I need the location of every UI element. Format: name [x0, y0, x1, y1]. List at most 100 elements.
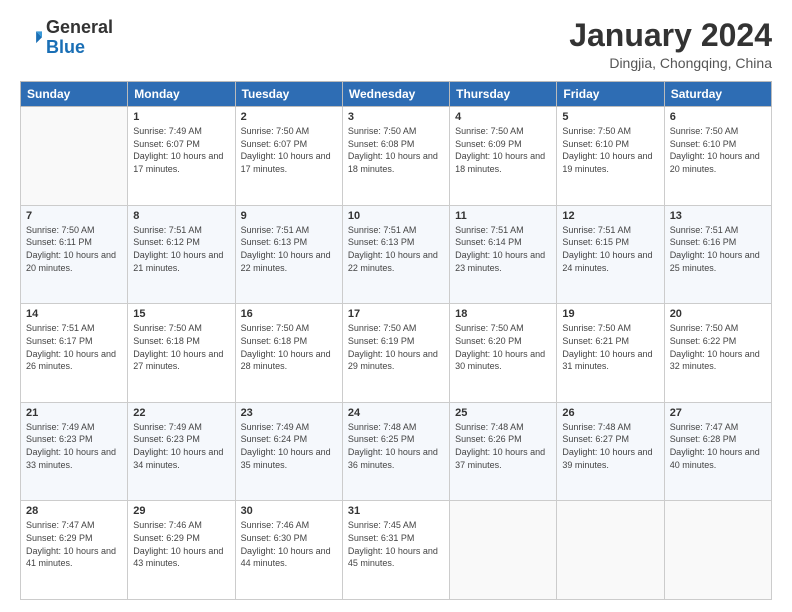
header: General Blue January 2024 Dingjia, Chong… — [20, 18, 772, 71]
day-info: Sunrise: 7:51 AMSunset: 6:16 PMDaylight:… — [670, 224, 766, 274]
day-number: 11 — [455, 210, 551, 222]
day-info: Sunrise: 7:51 AMSunset: 6:17 PMDaylight:… — [26, 322, 122, 372]
location: Dingjia, Chongqing, China — [569, 55, 772, 71]
day-info: Sunrise: 7:47 AMSunset: 6:28 PMDaylight:… — [670, 421, 766, 471]
day-info: Sunrise: 7:49 AMSunset: 6:07 PMDaylight:… — [133, 125, 229, 175]
day-info: Sunrise: 7:51 AMSunset: 6:13 PMDaylight:… — [348, 224, 444, 274]
day-number: 14 — [26, 308, 122, 320]
calendar-cell: 2Sunrise: 7:50 AMSunset: 6:07 PMDaylight… — [235, 107, 342, 206]
day-info: Sunrise: 7:50 AMSunset: 6:08 PMDaylight:… — [348, 125, 444, 175]
calendar-cell: 7 Sunrise: 7:50 AMSunset: 6:11 PMDaylight… — [21, 205, 128, 304]
calendar-week-1: 1 Sunrise: 7:49 AMSunset: 6:07 PMDaylight… — [21, 107, 772, 206]
day-info: Sunrise: 7:48 AMSunset: 6:26 PMDaylight:… — [455, 421, 551, 471]
day-number: 13 — [670, 210, 766, 222]
calendar-cell: 30Sunrise: 7:46 AMSunset: 6:30 PMDayligh… — [235, 501, 342, 600]
day-number: 21 — [26, 407, 122, 419]
day-number: 27 — [670, 407, 766, 419]
calendar-week-5: 28Sunrise: 7:47 AMSunset: 6:29 PMDayligh… — [21, 501, 772, 600]
calendar-cell: 9Sunrise: 7:51 AMSunset: 6:13 PMDaylight… — [235, 205, 342, 304]
calendar-cell: 27 Sunrise: 7:47 AMSunset: 6:28 PMDayligh… — [664, 402, 771, 501]
day-number: 20 — [670, 308, 766, 320]
calendar-cell: 24 Sunrise: 7:48 AMSunset: 6:25 PMDayligh… — [342, 402, 449, 501]
day-header-friday: Friday — [557, 82, 664, 107]
day-info: Sunrise: 7:50 AMSunset: 6:21 PMDaylight:… — [562, 322, 658, 372]
day-header-saturday: Saturday — [664, 82, 771, 107]
calendar-cell: 15 Sunrise: 7:50 AMSunset: 6:18 PMDayligh… — [128, 304, 235, 403]
calendar-cell: 11 Sunrise: 7:51 AMSunset: 6:14 PMDayligh… — [450, 205, 557, 304]
day-info: Sunrise: 7:50 AMSunset: 6:10 PMDaylight:… — [670, 125, 766, 175]
day-number: 5 — [562, 111, 658, 123]
logo-general-text: General — [46, 17, 113, 37]
calendar-cell: 25 Sunrise: 7:48 AMSunset: 6:26 PMDayligh… — [450, 402, 557, 501]
logo-text: General Blue — [46, 18, 113, 58]
day-header-tuesday: Tuesday — [235, 82, 342, 107]
day-number: 29 — [133, 505, 229, 517]
day-number: 24 — [348, 407, 444, 419]
calendar-cell — [21, 107, 128, 206]
day-info: Sunrise: 7:46 AMSunset: 6:30 PMDaylight:… — [241, 519, 337, 569]
calendar-week-2: 7 Sunrise: 7:50 AMSunset: 6:11 PMDaylight… — [21, 205, 772, 304]
calendar-cell: 28Sunrise: 7:47 AMSunset: 6:29 PMDayligh… — [21, 501, 128, 600]
calendar-table: SundayMondayTuesdayWednesdayThursdayFrid… — [20, 81, 772, 600]
day-number: 3 — [348, 111, 444, 123]
day-number: 19 — [562, 308, 658, 320]
day-info: Sunrise: 7:47 AMSunset: 6:29 PMDaylight:… — [26, 519, 122, 569]
month-title: January 2024 — [569, 18, 772, 53]
day-number: 22 — [133, 407, 229, 419]
day-number: 25 — [455, 407, 551, 419]
calendar-header-row: SundayMondayTuesdayWednesdayThursdayFrid… — [21, 82, 772, 107]
day-info: Sunrise: 7:50 AMSunset: 6:22 PMDaylight:… — [670, 322, 766, 372]
calendar-cell: 19 Sunrise: 7:50 AMSunset: 6:21 PMDayligh… — [557, 304, 664, 403]
day-number: 17 — [348, 308, 444, 320]
day-number: 8 — [133, 210, 229, 222]
day-info: Sunrise: 7:51 AMSunset: 6:15 PMDaylight:… — [562, 224, 658, 274]
calendar-cell: 20 Sunrise: 7:50 AMSunset: 6:22 PMDayligh… — [664, 304, 771, 403]
day-info: Sunrise: 7:48 AMSunset: 6:27 PMDaylight:… — [562, 421, 658, 471]
day-number: 16 — [241, 308, 337, 320]
day-number: 31 — [348, 505, 444, 517]
calendar-cell — [664, 501, 771, 600]
day-number: 15 — [133, 308, 229, 320]
day-info: Sunrise: 7:50 AMSunset: 6:11 PMDaylight:… — [26, 224, 122, 274]
calendar-week-3: 14 Sunrise: 7:51 AMSunset: 6:17 PMDayligh… — [21, 304, 772, 403]
calendar-cell: 23 Sunrise: 7:49 AMSunset: 6:24 PMDayligh… — [235, 402, 342, 501]
day-info: Sunrise: 7:51 AMSunset: 6:14 PMDaylight:… — [455, 224, 551, 274]
day-number: 6 — [670, 111, 766, 123]
logo-icon — [20, 27, 42, 49]
day-info: Sunrise: 7:51 AMSunset: 6:13 PMDaylight:… — [241, 224, 337, 274]
calendar-cell: 10 Sunrise: 7:51 AMSunset: 6:13 PMDayligh… — [342, 205, 449, 304]
day-info: Sunrise: 7:50 AMSunset: 6:18 PMDaylight:… — [133, 322, 229, 372]
calendar-cell: 12 Sunrise: 7:51 AMSunset: 6:15 PMDayligh… — [557, 205, 664, 304]
day-header-sunday: Sunday — [21, 82, 128, 107]
day-info: Sunrise: 7:49 AMSunset: 6:23 PMDaylight:… — [133, 421, 229, 471]
day-info: Sunrise: 7:50 AMSunset: 6:07 PMDaylight:… — [241, 125, 337, 175]
day-number: 7 — [26, 210, 122, 222]
day-info: Sunrise: 7:50 AMSunset: 6:18 PMDaylight:… — [241, 322, 337, 372]
day-number: 23 — [241, 407, 337, 419]
calendar-cell — [450, 501, 557, 600]
day-number: 10 — [348, 210, 444, 222]
calendar-cell: 31Sunrise: 7:45 AMSunset: 6:31 PMDayligh… — [342, 501, 449, 600]
calendar-cell: 8Sunrise: 7:51 AMSunset: 6:12 PMDaylight… — [128, 205, 235, 304]
calendar-cell: 16 Sunrise: 7:50 AMSunset: 6:18 PMDayligh… — [235, 304, 342, 403]
day-info: Sunrise: 7:50 AMSunset: 6:10 PMDaylight:… — [562, 125, 658, 175]
day-header-wednesday: Wednesday — [342, 82, 449, 107]
day-number: 18 — [455, 308, 551, 320]
day-number: 12 — [562, 210, 658, 222]
calendar-cell: 17Sunrise: 7:50 AMSunset: 6:19 PMDayligh… — [342, 304, 449, 403]
day-info: Sunrise: 7:49 AMSunset: 6:23 PMDaylight:… — [26, 421, 122, 471]
logo: General Blue — [20, 18, 113, 58]
day-number: 4 — [455, 111, 551, 123]
day-info: Sunrise: 7:46 AMSunset: 6:29 PMDaylight:… — [133, 519, 229, 569]
day-number: 1 — [133, 111, 229, 123]
calendar-cell: 13 Sunrise: 7:51 AMSunset: 6:16 PMDayligh… — [664, 205, 771, 304]
day-info: Sunrise: 7:48 AMSunset: 6:25 PMDaylight:… — [348, 421, 444, 471]
logo-blue-text: Blue — [46, 37, 85, 57]
title-block: January 2024 Dingjia, Chongqing, China — [569, 18, 772, 71]
day-info: Sunrise: 7:49 AMSunset: 6:24 PMDaylight:… — [241, 421, 337, 471]
calendar-cell: 14 Sunrise: 7:51 AMSunset: 6:17 PMDayligh… — [21, 304, 128, 403]
calendar-cell — [557, 501, 664, 600]
calendar-cell: 26Sunrise: 7:48 AMSunset: 6:27 PMDayligh… — [557, 402, 664, 501]
calendar-cell: 6 Sunrise: 7:50 AMSunset: 6:10 PMDaylight… — [664, 107, 771, 206]
calendar-week-4: 21 Sunrise: 7:49 AMSunset: 6:23 PMDayligh… — [21, 402, 772, 501]
